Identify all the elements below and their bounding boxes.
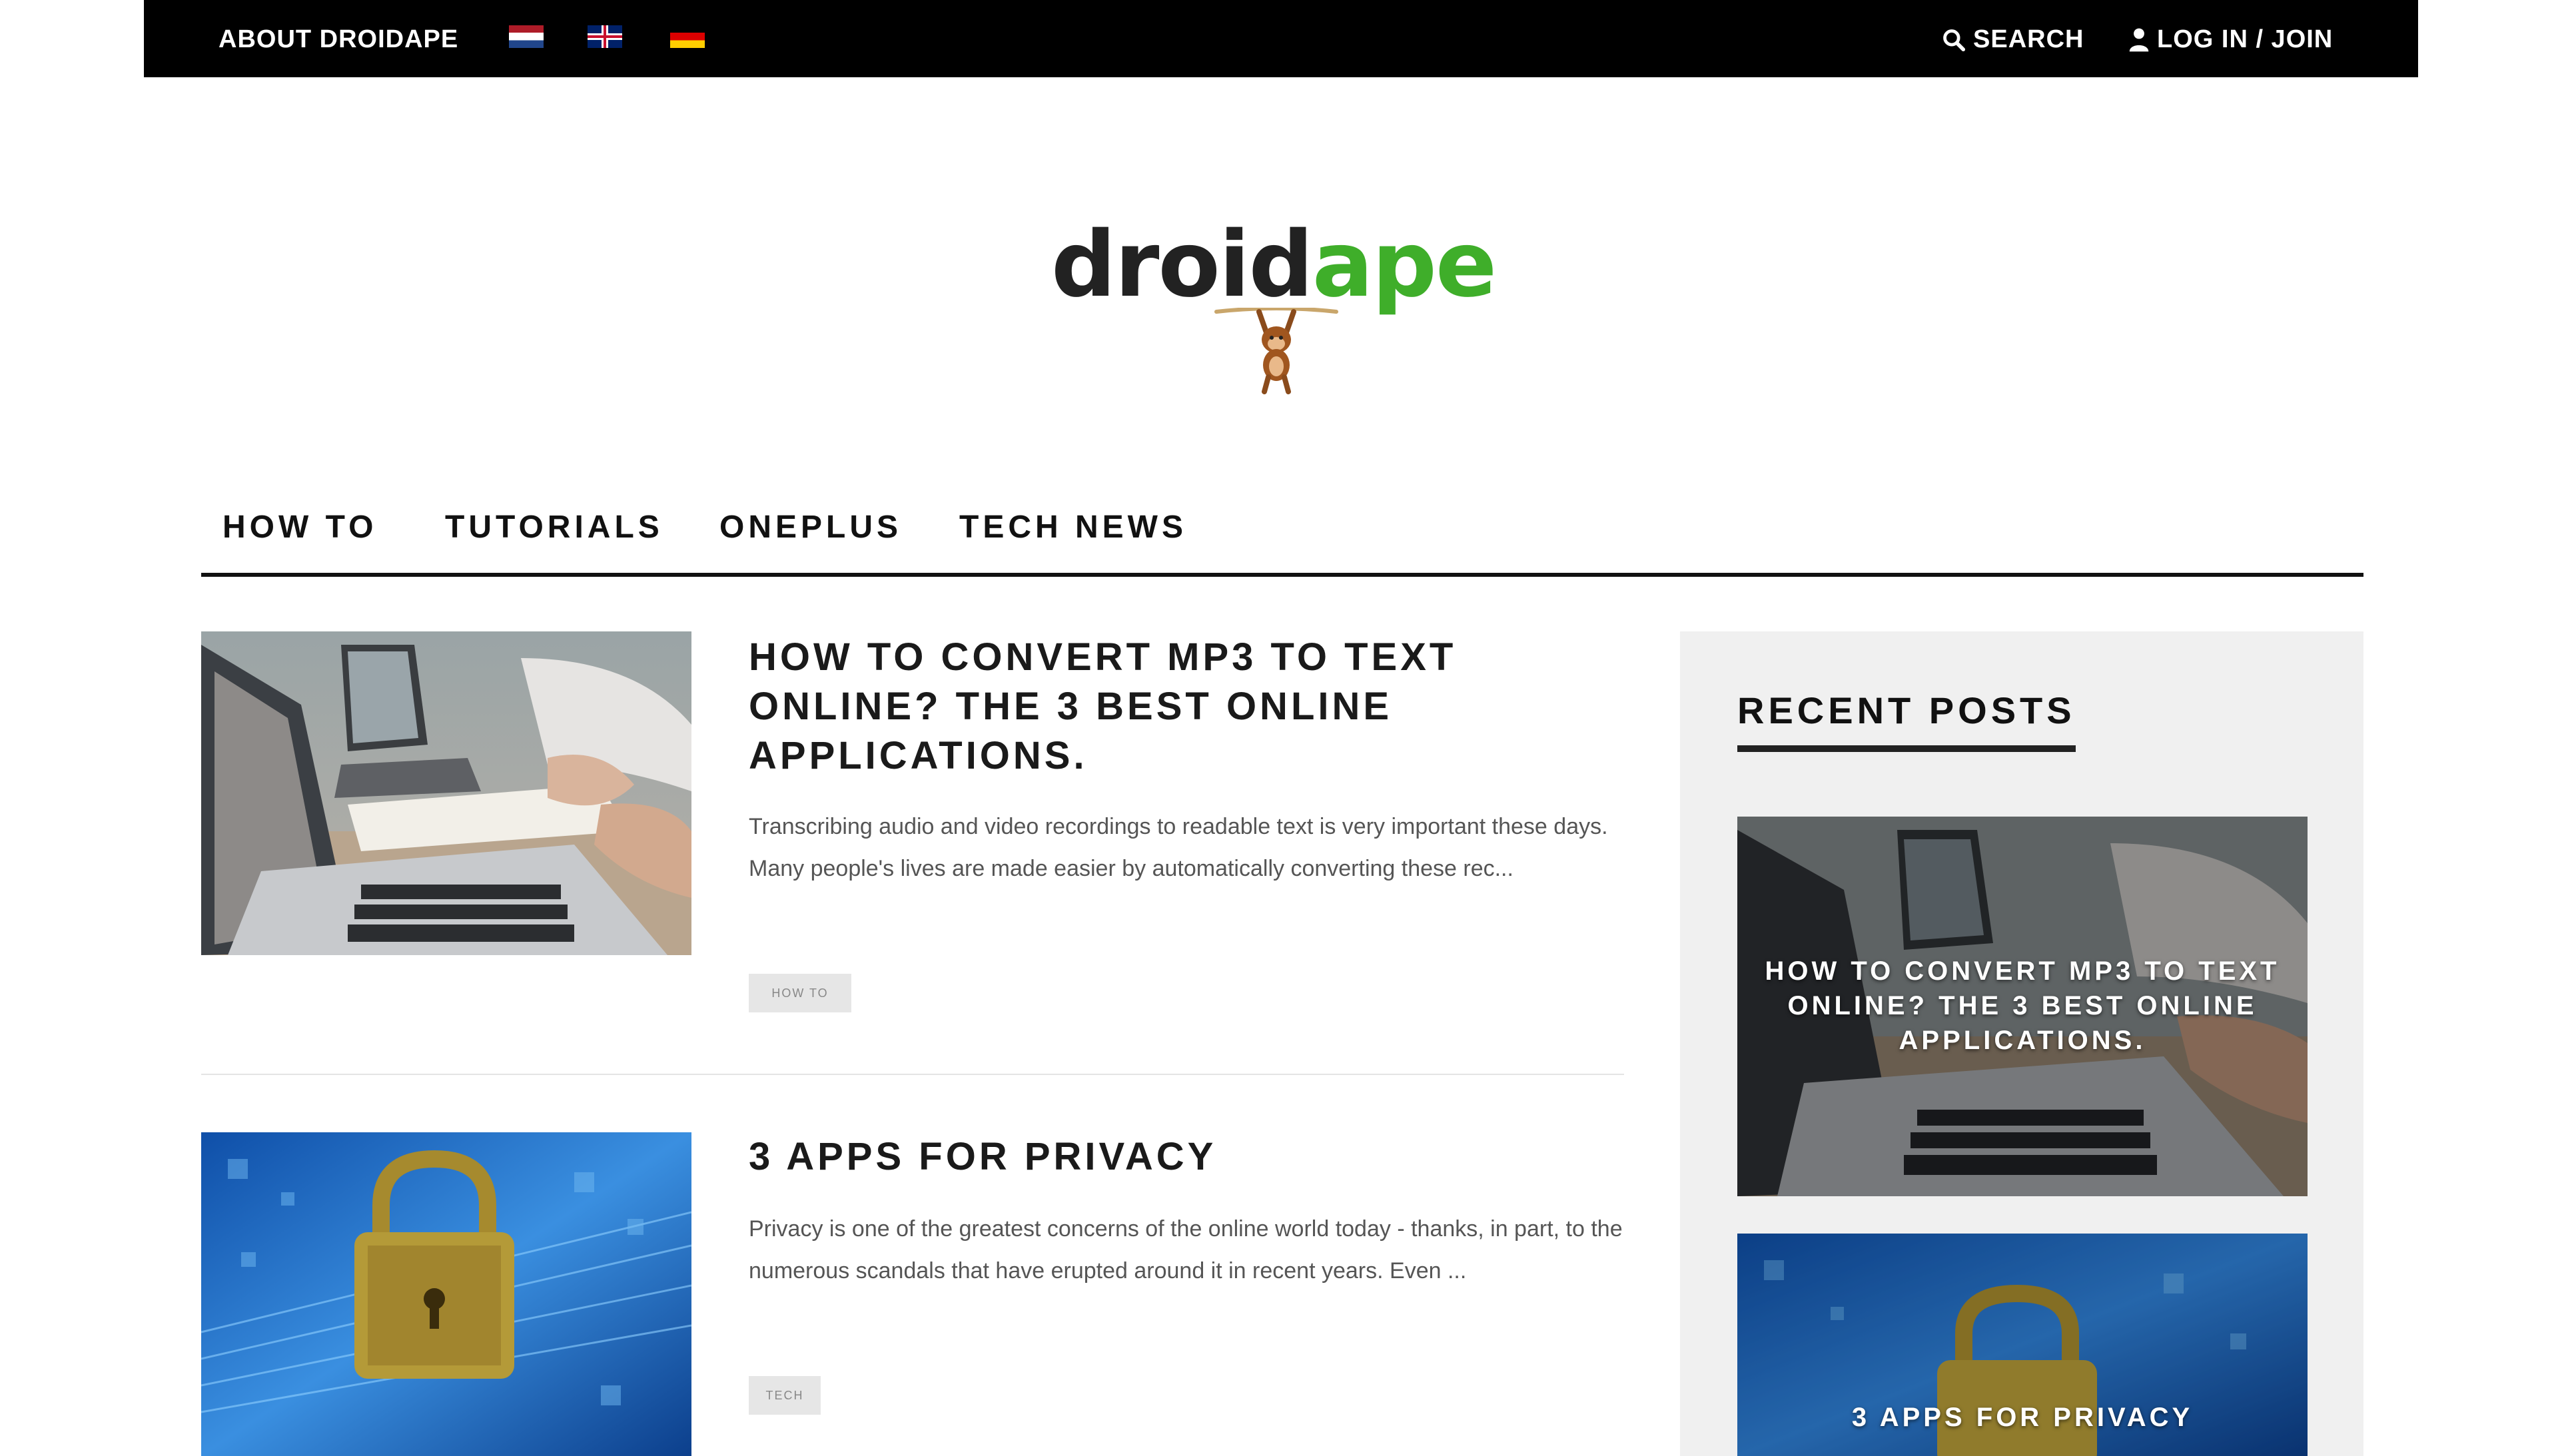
nav-item-tech-news[interactable]: TECH NEWS (959, 509, 1187, 546)
nav-item-tutorials[interactable]: TUTORIALS (445, 509, 663, 546)
post-excerpt: Privacy is one of the greatest concerns … (749, 1216, 1623, 1283)
sidebar: RECENT POSTS HOW TO CONVERT MP3 TO TEXT … (1680, 631, 2363, 1456)
post-excerpt: Transcribing audio and video recordings … (749, 814, 1608, 881)
main-nav: HOW TO TUTORIALS ONEPLUS TECH NEWS (201, 493, 2363, 577)
recent-post-title: 3 APPS FOR PRIVACY (1851, 1403, 2194, 1432)
laptop-desk-image (201, 631, 691, 955)
about-droidape-link[interactable]: ABOUT DROIDAPE (218, 25, 458, 54)
search-icon (1943, 29, 1966, 51)
site-logo[interactable]: droidape (1051, 220, 1517, 394)
category-tag[interactable]: TECH (749, 1376, 821, 1415)
post-title-link[interactable]: HOW TO CONVERT MP3 TO TEXT ONLINE? THE 3… (749, 633, 1615, 781)
post-divider (201, 1074, 1624, 1075)
uk-flag-icon[interactable] (588, 25, 622, 48)
recent-posts-heading: RECENT POSTS (1737, 689, 2076, 752)
recent-post-title: HOW TO CONVERT MP3 TO TEXT ONLINE? THE 3… (1765, 956, 2280, 1055)
login-join-button[interactable]: LOG IN / JOIN (2128, 25, 2333, 54)
recent-post-card[interactable]: 3 APPS FOR PRIVACY (1737, 1234, 2308, 1456)
logo-text-ape: ape (1312, 212, 1497, 318)
monkey-mascot-icon (1214, 308, 1338, 394)
dutch-flag-icon[interactable] (509, 25, 544, 48)
post-thumbnail[interactable] (201, 1132, 691, 1456)
nav-item-oneplus[interactable]: ONEPLUS (719, 509, 902, 546)
search-button[interactable]: SEARCH (1941, 25, 2084, 54)
post-thumbnail[interactable] (201, 631, 691, 955)
german-flag-icon[interactable] (670, 25, 705, 48)
logo-text-droid: droid (1051, 212, 1314, 318)
user-icon (2129, 28, 2149, 51)
post-title-link[interactable]: 3 APPS FOR PRIVACY (749, 1132, 1615, 1182)
search-label: SEARCH (1973, 25, 2084, 53)
nav-item-how-to[interactable]: HOW TO (222, 509, 377, 546)
padlock-image (201, 1132, 691, 1456)
login-join-label: LOG IN / JOIN (2157, 25, 2334, 53)
top-bar: ABOUT DROIDAPE SEARCH LOG IN / JOIN (144, 0, 2418, 77)
logo-wordmark: droidape (1051, 220, 1497, 310)
category-tag[interactable]: HOW TO (749, 974, 851, 1012)
recent-post-card[interactable]: HOW TO CONVERT MP3 TO TEXT ONLINE? THE 3… (1737, 817, 2308, 1196)
